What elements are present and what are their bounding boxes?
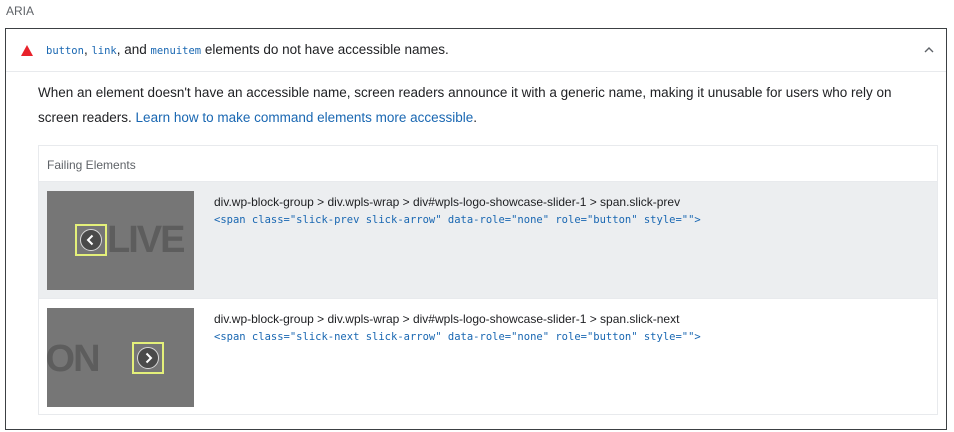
title-code-button: button xyxy=(46,45,84,57)
audit-title: button, link, and menuitem elements do n… xyxy=(46,42,449,57)
audit-description: When an element doesn't have an accessib… xyxy=(38,80,928,130)
element-snippet: <span class="slick-prev slick-arrow" dat… xyxy=(214,214,701,226)
audit-header[interactable]: button, link, and menuitem elements do n… xyxy=(6,29,946,72)
table-row[interactable]: ION div.wp-block-group > div.wpls-wrap >… xyxy=(39,298,937,415)
chevron-left-icon xyxy=(80,229,102,251)
chevron-right-icon xyxy=(137,347,159,369)
thumb-logo-text: ION xyxy=(47,338,101,380)
learn-more-link[interactable]: Learn how to make command elements more … xyxy=(136,110,474,125)
table-row[interactable]: LIVE div.wp-block-group > div.wpls-wrap … xyxy=(39,182,937,298)
element-highlight xyxy=(75,224,107,256)
thumb-logo-text: LIVE xyxy=(107,219,185,261)
description-end: . xyxy=(473,110,477,125)
chevron-up-icon[interactable] xyxy=(922,43,936,57)
element-highlight xyxy=(132,342,164,374)
table-header-label: Failing Elements xyxy=(47,158,136,172)
fail-triangle-icon xyxy=(21,45,33,56)
element-selector: div.wp-block-group > div.wpls-wrap > div… xyxy=(214,195,681,209)
title-rest: elements do not have accessible names. xyxy=(201,42,449,57)
title-code-link: link xyxy=(91,45,117,57)
element-selector: div.wp-block-group > div.wpls-wrap > div… xyxy=(214,312,680,326)
failing-elements-table: Failing Elements LIVE div.wp-block-group… xyxy=(38,145,938,415)
title-code-menuitem: menuitem xyxy=(150,45,202,57)
element-snippet: <span class="slick-next slick-arrow" dat… xyxy=(214,331,701,343)
audit-item: button, link, and menuitem elements do n… xyxy=(5,28,947,430)
element-screenshot: ION xyxy=(47,308,194,407)
table-header: Failing Elements xyxy=(39,146,937,182)
section-label: ARIA xyxy=(6,4,35,18)
element-screenshot: LIVE xyxy=(47,191,194,290)
title-sep-2: , and xyxy=(116,42,151,57)
